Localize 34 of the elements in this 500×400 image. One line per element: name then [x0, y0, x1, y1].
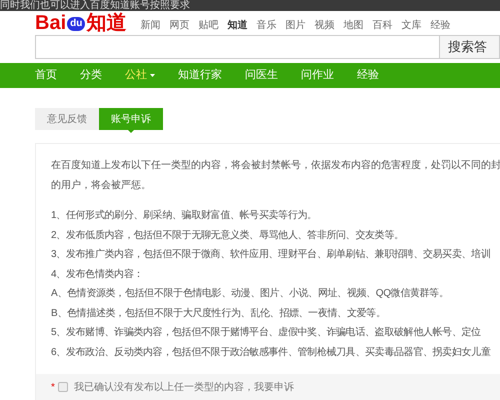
product-link[interactable]: 知道: [227, 20, 248, 32]
tab[interactable]: 意见反馈: [35, 108, 99, 130]
rule-text: 4、发布色情类内容：: [51, 268, 144, 282]
logo[interactable]: Bai du 知道: [35, 13, 126, 33]
nav-link[interactable]: 分类: [80, 67, 102, 84]
rule-text: 5、发布赌博、诈骗类内容，包括但不限于赌博平台、虚假中奖、诈骗电话、盗取破解他人帐号、定位: [51, 326, 482, 340]
intro-text: 的用户，将会被严惩。: [51, 178, 152, 193]
rule-text: A、色情资源类，包括但不限于色情电影、动漫、图片、小说、网址、视频、QQ微信黄群等。: [51, 286, 450, 301]
tab[interactable]: 账号申诉: [99, 108, 163, 130]
product-link[interactable]: 音乐: [256, 20, 276, 32]
rule-text: 3、发布推广类内容，包括但不限于微商、软件应用、理财平台、刷单刷钻、兼职招聘、交易买卖、培训: [51, 248, 492, 262]
product-link[interactable]: 新闻: [140, 20, 160, 32]
nav-link[interactable]: 问医生: [245, 67, 278, 84]
product-link[interactable]: 图片: [285, 20, 306, 32]
rule-text: 1、任何形式的刷分、刷采纳、骗取财富值、帐号买卖等行为。: [51, 208, 318, 223]
nav-link[interactable]: 问作业: [301, 67, 334, 84]
product-link[interactable]: 百科: [372, 20, 392, 32]
confirm-label: 我已确认没有发布以上任一类型的内容，我要申诉: [74, 380, 294, 394]
nav-link[interactable]: 经验: [357, 67, 379, 84]
product-link[interactable]: 文库: [401, 20, 422, 32]
product-link[interactable]: 地图: [343, 20, 364, 32]
product-link[interactable]: 经验: [430, 20, 450, 32]
rule-text: B、色情描述类，包括但不限于大尺度性行为、乱伦、招嫖、一夜情、文爱等。: [51, 306, 386, 320]
required-mark: *: [51, 380, 55, 394]
confirm-checkbox[interactable]: [58, 382, 68, 392]
nav-link[interactable]: 首页: [35, 67, 57, 84]
search-field[interactable]: [35, 35, 440, 59]
search-button[interactable]: 搜索答: [440, 35, 500, 59]
product-link[interactable]: 视频: [314, 20, 334, 32]
rule-text: 6、发布政治、反动类内容，包括但不限于政治敏感事件、管制枪械刀具、买卖毒品器官、拐卖妇女儿童: [51, 346, 492, 360]
nav-link[interactable]: 知道行家: [178, 67, 222, 84]
product-link[interactable]: 网页: [169, 20, 190, 32]
product-link[interactable]: 贴吧: [198, 20, 218, 32]
rule-text: 2、发布低质内容，包括但不限于无聊无意义类、辱骂他人、答非所问、交友类等。: [51, 228, 405, 242]
